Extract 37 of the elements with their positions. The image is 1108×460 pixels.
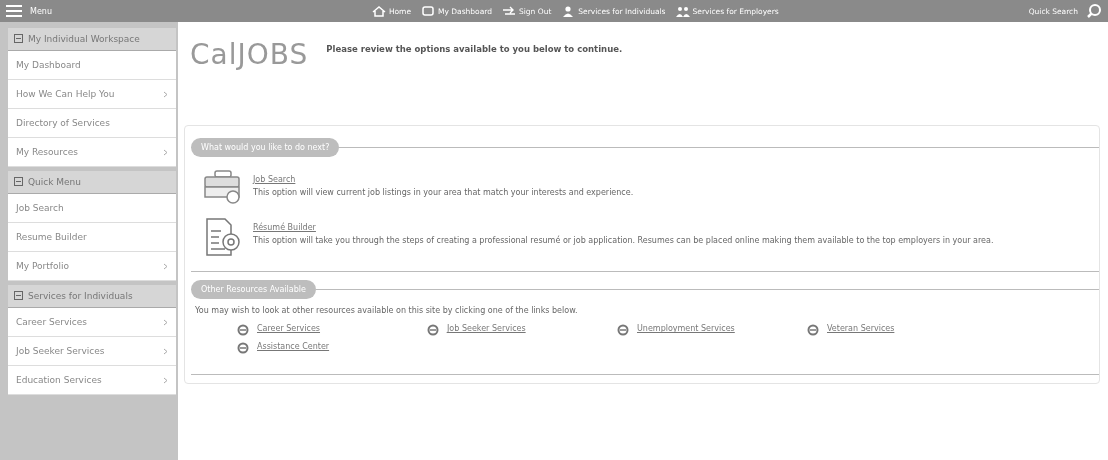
sidebar-item[interactable]: My Resources bbox=[8, 138, 176, 167]
sidebar-item[interactable]: My Dashboard bbox=[8, 51, 176, 80]
sidebar-item[interactable]: Resume Builder bbox=[8, 223, 176, 252]
resources-text: You may wish to look at other resources available on this site by clicking one of the links below. bbox=[194, 305, 579, 317]
section-title: What would you like to do next? bbox=[191, 138, 340, 157]
sidebar-item[interactable]: How We Can Help You bbox=[8, 80, 176, 109]
resource-link[interactable]: Unemployment Services bbox=[637, 324, 735, 334]
section-header[interactable]: Quick Menu bbox=[8, 171, 176, 194]
sidebar-item[interactable]: Job Seeker Services bbox=[8, 337, 176, 366]
menu-button[interactable]: Menu bbox=[6, 5, 52, 17]
people-icon bbox=[675, 5, 690, 17]
search-icon[interactable] bbox=[1086, 3, 1102, 19]
monitor-icon bbox=[421, 5, 436, 17]
logo: CalJOBS bbox=[190, 37, 309, 71]
document-icon bbox=[203, 217, 243, 257]
sidebar-item[interactable]: Directory of Services bbox=[8, 109, 176, 138]
option-link[interactable]: Résumé Builder bbox=[253, 223, 316, 232]
home-icon bbox=[371, 5, 386, 17]
sidebar-item[interactable]: My Portfolio bbox=[8, 252, 176, 281]
person-icon bbox=[561, 5, 576, 17]
option-link[interactable]: Job Search bbox=[253, 175, 296, 184]
sidebar-item[interactable]: Education Services bbox=[8, 366, 176, 395]
resource-link[interactable]: Assistance Center bbox=[257, 342, 330, 352]
option-description: This option will take you through the steps of creating a professional resumé or job application. Resumes can be placed online making them available to the top employers in your area. bbox=[253, 235, 994, 247]
sidebar-item[interactable]: Job Search bbox=[8, 194, 176, 223]
section-header[interactable]: My Individual Workspace bbox=[8, 28, 176, 51]
menu-icon bbox=[6, 5, 22, 17]
resource-link[interactable]: Veteran Services bbox=[827, 324, 895, 334]
intro-text: Please review the options available to you below to continue. bbox=[326, 43, 623, 54]
option-description: This option will view current job listings in your area that match your interests and experience. bbox=[253, 187, 634, 199]
arrows-icon bbox=[502, 5, 516, 17]
toolbox-icon bbox=[203, 169, 243, 205]
resource-link[interactable]: Career Services bbox=[257, 324, 320, 334]
section-header[interactable]: Services for Individuals bbox=[8, 285, 176, 308]
sidebar-item[interactable]: Career Services bbox=[8, 308, 176, 337]
resource-link[interactable]: Job Seeker Services bbox=[447, 324, 526, 334]
section-title: Other Resources Available bbox=[191, 280, 316, 299]
